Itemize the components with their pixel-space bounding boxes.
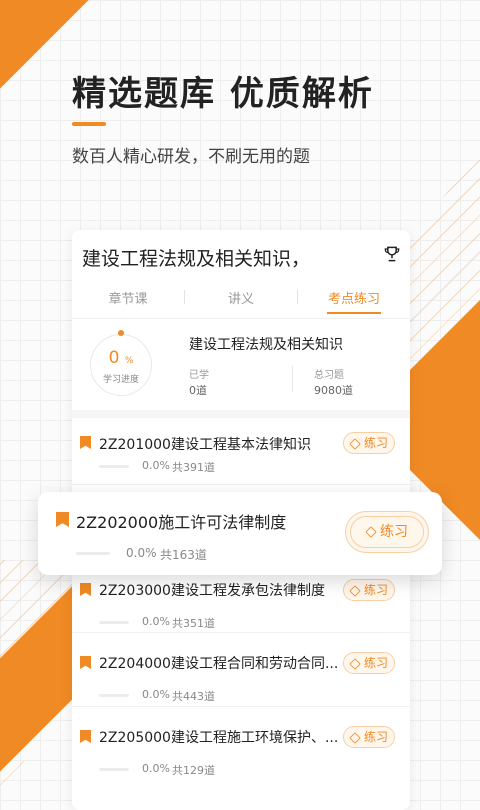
practice-label: 练习 — [380, 524, 408, 540]
bookmark-icon — [80, 583, 91, 596]
practice-button[interactable]: 练习 — [343, 432, 395, 454]
item-progress: 0.0% — [142, 615, 170, 628]
headline-underline — [72, 122, 106, 126]
progress-bar — [99, 621, 129, 624]
practice-button[interactable]: 练习 — [343, 579, 395, 601]
highlighted-list-item[interactable]: 2Z202000施工许可法律制度 0.0% 共163道 练习 — [38, 492, 442, 575]
progress-bar — [99, 768, 129, 771]
pencil-icon — [349, 657, 361, 670]
practice-label: 练习 — [363, 730, 388, 744]
practice-label: 练习 — [363, 583, 388, 597]
tab-topic-practice[interactable]: 考点练习 — [298, 288, 410, 307]
item-title: 2Z202000施工许可法律制度 — [76, 513, 287, 532]
divider — [72, 484, 410, 485]
list-item[interactable]: 2Z205000建设工程施工环境保护、... 0.0% 共129道 练习 — [72, 714, 410, 780]
item-progress: 0.0% — [142, 459, 170, 472]
pencil-icon — [349, 731, 361, 744]
divider — [72, 632, 410, 633]
bookmark-icon — [80, 656, 91, 669]
list-item[interactable]: 2Z203000建设工程发承包法律制度 0.0% 共351道 练习 — [72, 568, 410, 634]
trophy-icon[interactable] — [382, 244, 402, 264]
practice-label: 练习 — [363, 656, 388, 670]
item-progress: 0.0% — [126, 546, 157, 560]
progress-label: 学习进度 — [102, 375, 139, 385]
practice-button[interactable]: 练习 — [343, 726, 395, 748]
bookmark-icon — [80, 436, 91, 449]
item-title: 2Z203000建设工程发承包法律制度 — [99, 583, 325, 599]
active-tab-indicator — [327, 312, 381, 314]
progress-unit: % — [124, 356, 134, 366]
progress-percent: 0 % — [90, 348, 152, 368]
pencil-icon — [349, 584, 361, 597]
bookmark-icon — [80, 730, 91, 743]
item-count: 共129道 — [172, 764, 215, 777]
progress-bar — [99, 694, 129, 697]
item-count: 共163道 — [160, 548, 207, 562]
item-count: 共391道 — [172, 461, 215, 474]
tab-bar: 章节课 讲义 考点练习 — [72, 288, 410, 318]
list-item[interactable]: 2Z204000建设工程合同和劳动合同... 0.0% 共443道 练习 — [72, 640, 410, 706]
learned-label: 已学 — [189, 370, 209, 381]
progress-bar — [99, 465, 129, 468]
divider — [72, 706, 410, 707]
progress-ring-marker — [118, 330, 124, 336]
item-title: 2Z205000建设工程施工环境保护、... — [99, 730, 339, 746]
item-title: 2Z201000建设工程基本法律知识 — [99, 437, 311, 453]
subheadline: 数百人精心研发，不刷无用的题 — [72, 147, 310, 167]
tab-chapter-course[interactable]: 章节课 — [72, 288, 184, 307]
tab-handouts[interactable]: 讲义 — [185, 288, 297, 307]
divider — [72, 318, 410, 319]
total-label: 总习题 — [314, 370, 344, 381]
section-gap — [72, 410, 410, 418]
course-title: 建设工程法规及相关知识， — [82, 248, 311, 270]
item-count: 共351道 — [172, 617, 215, 630]
progress-value: 0 — [108, 348, 120, 368]
practice-button[interactable]: 练习 — [350, 516, 424, 548]
item-progress: 0.0% — [142, 762, 170, 775]
learned-value: 0道 — [189, 384, 207, 397]
practice-label: 练习 — [363, 436, 388, 450]
pencil-icon — [365, 526, 377, 538]
summary-divider — [292, 366, 293, 392]
pencil-icon — [349, 437, 361, 450]
headline: 精选题库 优质解析 — [72, 74, 374, 114]
item-title: 2Z204000建设工程合同和劳动合同... — [99, 656, 339, 672]
practice-button[interactable]: 练习 — [343, 652, 395, 674]
bookmark-icon — [56, 512, 69, 527]
summary-title: 建设工程法规及相关知识 — [189, 337, 343, 353]
progress-bar — [76, 552, 110, 555]
total-value: 9080道 — [314, 384, 353, 397]
list-item[interactable]: 2Z201000建设工程基本法律知识 0.0% 共391道 练习 — [72, 418, 410, 484]
item-progress: 0.0% — [142, 688, 170, 701]
item-count: 共443道 — [172, 690, 215, 703]
